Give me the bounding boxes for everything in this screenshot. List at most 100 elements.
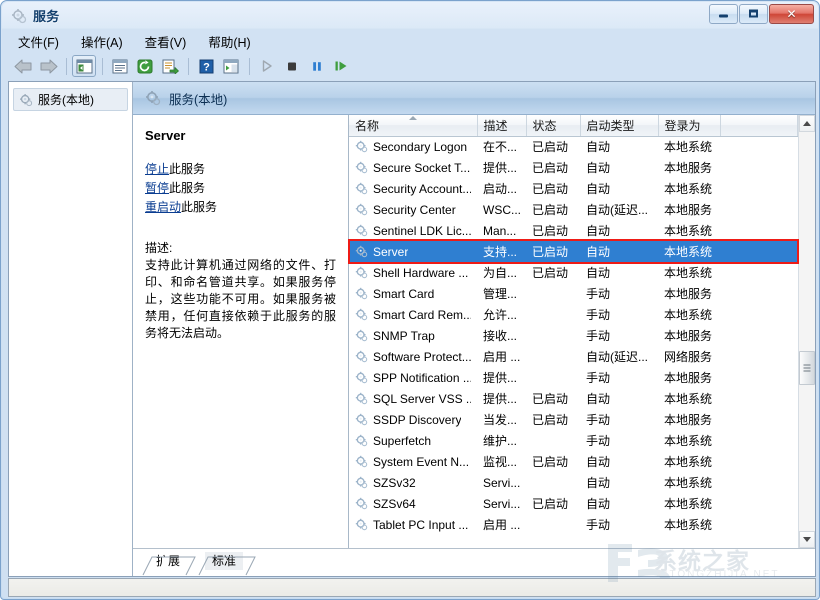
cell-name: Tablet PC Input ... — [349, 514, 477, 535]
maximize-button[interactable] — [739, 4, 768, 24]
col-status[interactable]: 状态 — [526, 115, 580, 136]
cell-description: 提供... — [477, 388, 526, 409]
scroll-down-button[interactable] — [799, 531, 815, 548]
start-service-icon — [260, 59, 274, 73]
vertical-scrollbar[interactable] — [798, 115, 815, 548]
back-button[interactable] — [11, 55, 35, 77]
service-name-text: SQL Server VSS ... — [373, 392, 471, 406]
sort-ascending-icon — [409, 116, 417, 120]
cell-status — [526, 430, 580, 451]
table-row[interactable]: Smart Card Rem...允许...手动本地系统 — [349, 304, 798, 325]
col-logon-as[interactable]: 登录为 — [658, 115, 720, 136]
stop-service-icon — [285, 59, 299, 73]
table-row[interactable]: SSDP Discovery当发...已启动手动本地服务 — [349, 409, 798, 430]
table-row[interactable]: Server支持...已启动自动本地系统 — [349, 241, 798, 262]
minimize-button[interactable] — [709, 4, 738, 24]
cell-description: 当发... — [477, 409, 526, 430]
help-button[interactable]: ? — [194, 55, 218, 77]
service-gear-icon — [355, 371, 368, 384]
pause-service-link[interactable]: 暂停 — [145, 181, 169, 195]
menu-view[interactable]: 查看(V) — [135, 30, 197, 53]
toolbar-separator-2 — [102, 58, 103, 75]
window-title: 服务 — [33, 6, 60, 25]
table-row[interactable]: Secondary Logon在不...已启动自动本地系统 — [349, 136, 798, 157]
cell-name: SSDP Discovery — [349, 409, 477, 430]
col-filler[interactable] — [720, 115, 798, 136]
service-gear-icon — [355, 392, 368, 405]
cell-startup-type: 手动 — [580, 325, 658, 346]
close-button[interactable]: ✕ — [769, 4, 814, 24]
cell-name: Smart Card Rem... — [349, 304, 477, 325]
help-icon: ? — [199, 59, 214, 74]
table-row[interactable]: Software Protect...启用 ...自动(延迟...网络服务 — [349, 346, 798, 367]
col-name[interactable]: 名称 — [349, 115, 477, 136]
menu-help[interactable]: 帮助(H) — [198, 30, 260, 53]
col-startup-type[interactable]: 启动类型 — [580, 115, 658, 136]
table-row[interactable]: System Event N...监视...已启动自动本地系统 — [349, 451, 798, 472]
stop-service-button[interactable] — [280, 55, 304, 77]
col-status-label: 状态 — [533, 119, 557, 133]
restart-service-link[interactable]: 重启动 — [145, 200, 181, 214]
stop-service-link[interactable]: 停止 — [145, 162, 169, 176]
cell-status: 已启动 — [526, 241, 580, 262]
back-icon — [14, 59, 33, 74]
table-row[interactable]: Sentinel LDK Lic...Man...已启动自动本地系统 — [349, 220, 798, 241]
stop-service-suffix: 此服务 — [169, 162, 205, 176]
table-row[interactable]: Security CenterWSC...已启动自动(延迟...本地服务 — [349, 199, 798, 220]
cell-startup-type: 自动 — [580, 388, 658, 409]
service-gear-icon — [355, 266, 368, 279]
scrollbar-thumb[interactable] — [799, 351, 815, 385]
cell-status: 已启动 — [526, 451, 580, 472]
table-row[interactable]: Shell Hardware ...为自...已启动自动本地系统 — [349, 262, 798, 283]
show-action-pane-button[interactable] — [219, 55, 243, 77]
menu-file[interactable]: 文件(F) — [8, 30, 69, 53]
scroll-up-button[interactable] — [799, 115, 815, 132]
cell-startup-type: 手动 — [580, 430, 658, 451]
cell-description: Servi... — [477, 493, 526, 514]
table-row[interactable]: SZSv64Servi...已启动自动本地系统 — [349, 493, 798, 514]
cell-logon-as: 本地系统 — [658, 304, 720, 325]
tree-node-services-local[interactable]: 服务(本地) — [13, 88, 128, 111]
stop-service-line: 停止此服务 — [145, 161, 336, 177]
pause-service-button[interactable] — [305, 55, 329, 77]
view-tab-strip: 扩展 标准 — [133, 548, 815, 576]
table-row[interactable]: Security Account...启动...已启动自动本地系统 — [349, 178, 798, 199]
cell-logon-as: 本地系统 — [658, 178, 720, 199]
col-description[interactable]: 描述 — [477, 115, 526, 136]
export-list-button[interactable] — [158, 55, 182, 77]
properties-button[interactable] — [108, 55, 132, 77]
table-row[interactable]: Smart Card管理...手动本地服务 — [349, 283, 798, 304]
cell-name: Secondary Logon — [349, 136, 477, 157]
cell-name: Security Account... — [349, 178, 477, 199]
table-row[interactable]: Secure Socket T...提供...已启动自动本地服务 — [349, 157, 798, 178]
cell-filler — [720, 241, 798, 262]
cell-filler — [720, 157, 798, 178]
cell-startup-type: 自动 — [580, 241, 658, 262]
show-hide-tree-button[interactable] — [72, 55, 96, 77]
menu-action[interactable]: 操作(A) — [71, 30, 133, 53]
table-row[interactable]: SZSv32Servi...自动本地系统 — [349, 472, 798, 493]
service-name-text: Secondary Logon — [373, 140, 467, 154]
restart-service-line: 重启动此服务 — [145, 199, 336, 215]
close-icon: ✕ — [770, 8, 813, 20]
table-row[interactable]: Tablet PC Input ...启用 ...手动本地系统 — [349, 514, 798, 535]
title-bar[interactable]: 服务 ✕ — [2, 2, 818, 29]
restart-service-button[interactable] — [330, 55, 354, 77]
cell-startup-type: 自动 — [580, 157, 658, 178]
toolbar: ? — [8, 53, 818, 79]
table-row[interactable]: SQL Server VSS ...提供...已启动自动本地系统 — [349, 388, 798, 409]
cell-logon-as: 本地服务 — [658, 409, 720, 430]
forward-button[interactable] — [36, 55, 60, 77]
table-row[interactable]: SPP Notification ...提供...手动本地服务 — [349, 367, 798, 388]
service-gear-icon — [355, 287, 368, 300]
cell-logon-as: 本地服务 — [658, 283, 720, 304]
service-gear-icon — [355, 161, 368, 174]
description-label: 描述: — [145, 239, 336, 256]
start-service-button[interactable] — [255, 55, 279, 77]
pause-service-suffix: 此服务 — [169, 181, 205, 195]
cell-filler — [720, 472, 798, 493]
table-row[interactable]: SNMP Trap接收...手动本地服务 — [349, 325, 798, 346]
refresh-button[interactable] — [133, 55, 157, 77]
table-row[interactable]: Superfetch维护...手动本地系统 — [349, 430, 798, 451]
export-list-icon — [162, 59, 179, 74]
